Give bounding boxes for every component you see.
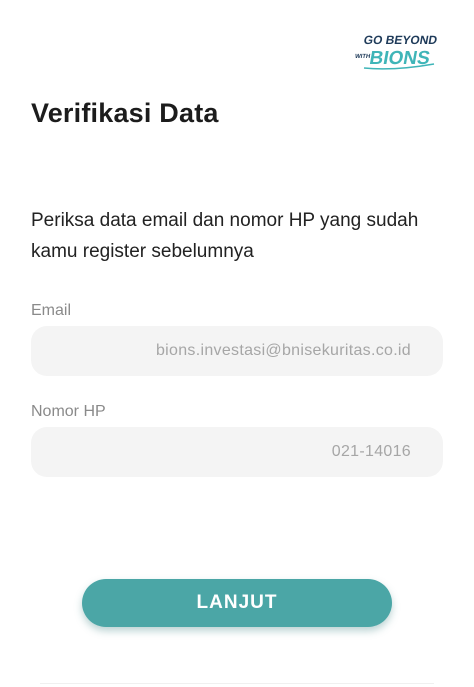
continue-button-label: LANJUT — [196, 592, 278, 613]
email-value: bions.investasi@bnisekuritas.co.id — [155, 342, 411, 359]
phone-field[interactable]: 021-14016 — [31, 427, 443, 477]
bottom-divider — [40, 683, 434, 684]
phone-value: 021-14016 — [331, 443, 411, 460]
logo-line2-small: WITH — [354, 54, 370, 60]
email-label: Email — [31, 302, 72, 319]
phone-label: Nomor HP — [31, 403, 106, 420]
page-title: Verifikasi Data — [31, 98, 219, 128]
bions-logo: GO BEYOND WITH BIONS — [354, 33, 438, 70]
verification-screen: GO BEYOND WITH BIONS Verifikasi Data Per… — [0, 0, 474, 687]
continue-button[interactable]: LANJUT — [82, 579, 392, 627]
logo-line1: GO BEYOND — [363, 33, 438, 47]
description-text: Periksa data email dan nomor HP yang sud… — [31, 210, 419, 262]
email-field[interactable]: bions.investasi@bnisekuritas.co.id — [31, 326, 443, 376]
